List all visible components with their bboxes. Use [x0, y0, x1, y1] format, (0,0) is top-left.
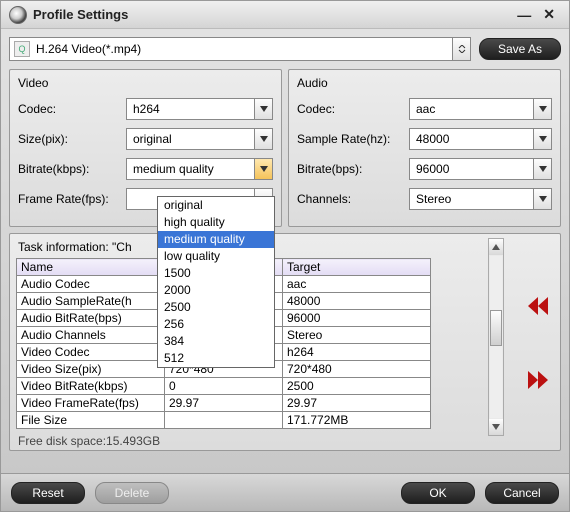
video-size-value: original — [127, 129, 254, 149]
audio-codec-select[interactable]: aac — [409, 98, 552, 120]
col-target[interactable]: Target — [283, 259, 431, 276]
video-fps-label: Frame Rate(fps): — [18, 192, 126, 206]
table-row[interactable]: Video FrameRate(fps)29.9729.97 — [17, 395, 431, 412]
audio-sr-label: Sample Rate(hz): — [297, 132, 409, 146]
chevron-down-icon[interactable] — [254, 129, 272, 149]
audio-codec-value: aac — [410, 99, 533, 119]
audio-panel: Audio Codec: aac Sample Rate(hz): 48000 … — [288, 69, 561, 227]
delete-button[interactable]: Delete — [95, 482, 169, 504]
task-panel: Task information: "Ch Name Target Audio … — [9, 233, 561, 451]
audio-ch-value: Stereo — [410, 189, 533, 209]
video-bitrate-label: Bitrate(kbps): — [18, 162, 126, 176]
content: Q H.264 Video(*.mp4) Save As Video Codec… — [1, 29, 569, 451]
profile-text: H.264 Video(*.mp4) — [34, 42, 452, 56]
dropdown-option[interactable]: 2000 — [158, 282, 274, 299]
table-row[interactable]: File Size171.772MB — [17, 412, 431, 429]
video-heading: Video — [18, 76, 273, 90]
mp4-icon: Q — [14, 41, 30, 57]
cancel-button[interactable]: Cancel — [485, 482, 559, 504]
scroll-down-button[interactable] — [489, 419, 503, 435]
ok-button[interactable]: OK — [401, 482, 475, 504]
video-bitrate-dropdown[interactable]: original high quality medium quality low… — [157, 196, 275, 368]
next-task-button[interactable] — [524, 368, 552, 392]
audio-heading: Audio — [297, 76, 552, 90]
dropdown-option[interactable]: low quality — [158, 248, 274, 265]
titlebar: Profile Settings — ✕ — [1, 1, 569, 29]
audio-ch-select[interactable]: Stereo — [409, 188, 552, 210]
dropdown-option[interactable]: 384 — [158, 333, 274, 350]
audio-sr-select[interactable]: 48000 — [409, 128, 552, 150]
table-row[interactable]: Video BitRate(kbps)02500 — [17, 378, 431, 395]
dropdown-option[interactable]: 1500 — [158, 265, 274, 282]
scroll-thumb[interactable] — [490, 310, 502, 346]
scroll-track[interactable] — [490, 256, 502, 418]
chevron-down-icon[interactable] — [533, 99, 551, 119]
scrollbar[interactable] — [488, 238, 504, 436]
chevron-down-icon[interactable] — [254, 159, 272, 179]
save-as-button[interactable]: Save As — [479, 38, 561, 60]
dropdown-option-selected[interactable]: medium quality — [158, 231, 274, 248]
chevron-down-icon[interactable] — [533, 159, 551, 179]
minimize-button[interactable]: — — [511, 7, 537, 23]
audio-bitrate-label: Bitrate(bps): — [297, 162, 409, 176]
dropdown-option[interactable]: original — [158, 197, 274, 214]
app-icon — [9, 6, 27, 24]
scroll-up-button[interactable] — [489, 239, 503, 255]
footer: Reset Delete OK Cancel — [1, 473, 569, 511]
col-name[interactable]: Name — [17, 259, 165, 276]
free-disk-label: Free disk space:15.493GB — [18, 434, 160, 448]
video-size-select[interactable]: original — [126, 128, 273, 150]
audio-sr-value: 48000 — [410, 129, 533, 149]
chevron-down-icon[interactable] — [533, 189, 551, 209]
dropdown-option[interactable]: 2500 — [158, 299, 274, 316]
dropdown-option[interactable]: 256 — [158, 316, 274, 333]
video-codec-label: Codec: — [18, 102, 126, 116]
profile-select[interactable]: Q H.264 Video(*.mp4) — [9, 37, 471, 61]
audio-codec-label: Codec: — [297, 102, 409, 116]
chevron-down-icon[interactable] — [254, 99, 272, 119]
dropdown-option[interactable]: high quality — [158, 214, 274, 231]
audio-ch-label: Channels: — [297, 192, 409, 206]
task-info-label: Task information: "Ch — [18, 240, 554, 254]
prev-task-button[interactable] — [524, 294, 552, 318]
dropdown-option[interactable]: 512 — [158, 350, 274, 367]
audio-bitrate-select[interactable]: 96000 — [409, 158, 552, 180]
reset-button[interactable]: Reset — [11, 482, 85, 504]
video-codec-select[interactable]: h264 — [126, 98, 273, 120]
video-bitrate-select[interactable]: medium quality — [126, 158, 273, 180]
close-button[interactable]: ✕ — [537, 6, 561, 23]
video-size-label: Size(pix): — [18, 132, 126, 146]
video-codec-value: h264 — [127, 99, 254, 119]
chevron-down-icon[interactable] — [533, 129, 551, 149]
video-bitrate-value: medium quality — [127, 159, 254, 179]
window-title: Profile Settings — [33, 7, 128, 22]
audio-bitrate-value: 96000 — [410, 159, 533, 179]
chevron-updown-icon[interactable] — [452, 38, 470, 60]
